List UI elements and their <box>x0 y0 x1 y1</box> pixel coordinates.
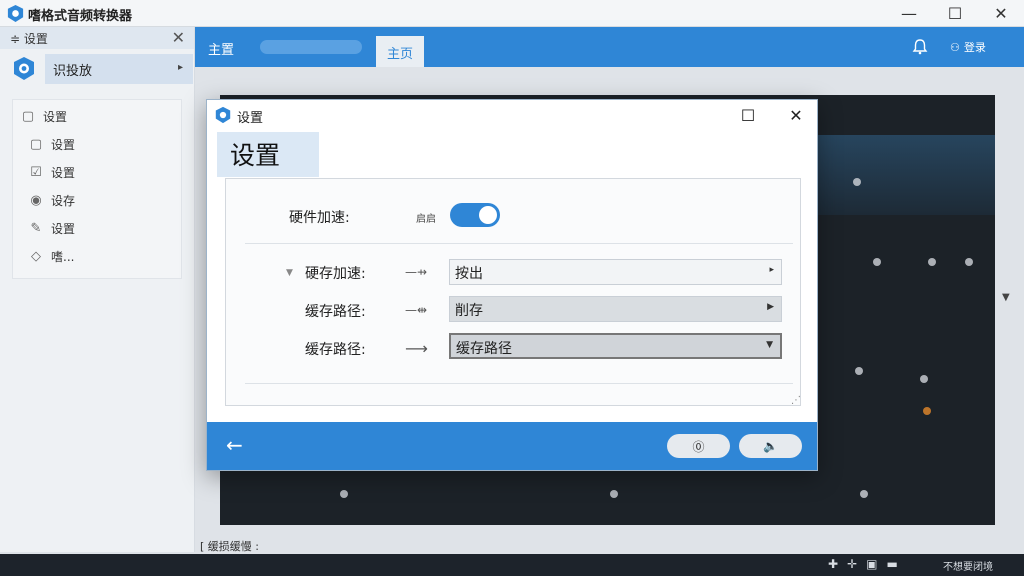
workspace-dot <box>920 375 928 383</box>
collapse-icon[interactable]: ▼ <box>286 268 293 278</box>
back-arrow-icon[interactable]: ← <box>226 433 243 457</box>
close-button[interactable]: ✕ <box>978 0 1024 27</box>
sidebar-close-icon[interactable]: ✕ <box>172 28 185 47</box>
app-logo-icon <box>7 4 24 23</box>
dialog-close-button[interactable]: ✕ <box>773 100 819 130</box>
dialog-footer: ← ⓪ 🔈 <box>207 422 817 470</box>
resize-grip-icon[interactable]: ⋰ <box>791 395 801 406</box>
dialog-maximize-button[interactable]: ☐ <box>725 100 771 130</box>
select-value: 缓存路径 <box>456 341 512 357</box>
workspace-dot <box>610 490 618 498</box>
sidebar-item-settings-2[interactable]: ☑ 设置 <box>29 164 75 181</box>
square-icon: ▢ <box>29 137 43 152</box>
sidebar-item-storage[interactable]: ◉ 设存 <box>29 192 75 209</box>
divider <box>245 243 793 244</box>
settings-dialog: 设置 ☐ ✕ 设置 硬件加速: 启启 ▼ 硬存加速: —⇸ 按出 ▸ 缓存路径:… <box>206 99 818 471</box>
status-bar: ✚ ✛ ▣ ▬ 不想要闭境 <box>0 554 1024 576</box>
chevron-right-icon: ▸ <box>177 62 183 73</box>
tab-home[interactable]: 主置 <box>208 39 234 58</box>
user-icon: ⚇ <box>950 40 960 54</box>
app-title: 嗜格式音频转换器 <box>28 9 133 24</box>
cache-path-label: 缓存路径: <box>305 304 366 320</box>
chevron-right-icon: ▸ <box>769 265 774 275</box>
sidebar: ≑ 设置 ✕ 识投放 ▸ ▢ 设置 ▢ 设置 ☑ 设置 ◉ 设存 ✎ 设置 ◇ … <box>0 27 195 552</box>
profile-selector[interactable]: 识投放 ▸ <box>45 54 193 84</box>
status-icons: ✚ ✛ ▣ ▬ <box>828 557 898 571</box>
hw-accel-toggle-label: 启启 <box>416 214 436 225</box>
square-icon: ▢ <box>21 109 35 124</box>
sidebar-item-settings-1[interactable]: ▢ 设置 <box>29 136 75 153</box>
sidebar-item-label: 设置 <box>51 222 76 236</box>
cache-path-label-2: 缓存路径: <box>305 342 366 358</box>
sidebar-item-settings-3[interactable]: ✎ 设置 <box>29 220 75 237</box>
scroll-down-icon[interactable]: ▼ <box>1002 292 1010 303</box>
dialog-title: 设置 <box>237 111 264 126</box>
chat-icon[interactable]: ▬ <box>886 557 897 571</box>
arrow-icon: —⇹ <box>405 303 428 317</box>
search-pill[interactable] <box>260 40 362 54</box>
app-logo-icon <box>215 106 231 124</box>
sidebar-title: ≑ 设置 <box>10 32 48 46</box>
radio-icon: ◉ <box>30 193 42 208</box>
toggle-knob <box>479 206 497 224</box>
dialog-heading: 设置 <box>217 132 319 177</box>
maximize-button[interactable]: ☐ <box>932 0 978 27</box>
path-label: [ 缓损缓慢 : <box>200 540 259 553</box>
sidebar-item-label: 设存 <box>51 194 76 208</box>
divider <box>245 383 793 384</box>
plus-icon[interactable]: ✚ <box>828 557 838 571</box>
sidebar-item-label: 设置 <box>43 110 68 124</box>
dialog-titlebar: 设置 ☐ ✕ <box>207 100 817 130</box>
edit-icon: ✎ <box>30 221 42 236</box>
workspace-dot <box>965 258 973 266</box>
sidebar-item-more[interactable]: ◇ 嗜... <box>29 248 74 265</box>
login-label: 登录 <box>963 41 986 54</box>
speaker-button[interactable]: 🔈 <box>739 434 802 458</box>
workspace-dot <box>860 490 868 498</box>
workspace-dot <box>873 258 881 266</box>
login-button[interactable]: ⚇ 登录 <box>950 39 986 55</box>
hw-accel-label: 硬件加速: <box>289 210 350 226</box>
chevron-right-icon: ▶ <box>767 302 774 312</box>
workspace-dot <box>340 490 348 498</box>
workspace-dot-highlight <box>923 407 931 415</box>
cache-path-dropdown[interactable]: 缓存路径 ▼ <box>449 333 782 359</box>
sidebar-item-label: 设置 <box>51 166 76 180</box>
diamond-icon: ◇ <box>31 249 41 264</box>
sidebar-item-settings[interactable]: ▢ 设置 <box>21 108 67 125</box>
cache-accel-select[interactable]: 按出 ▸ <box>449 259 782 285</box>
gear-icon <box>14 57 34 80</box>
status-text: 不想要闭境 <box>943 562 993 573</box>
minimize-button[interactable]: — <box>886 0 932 27</box>
sidebar-item-label: 设置 <box>51 138 76 152</box>
hw-accel-toggle[interactable] <box>450 203 500 227</box>
workspace-dot <box>855 367 863 375</box>
arrow-icon: —⇸ <box>405 265 428 279</box>
title-bar: 嗜格式音频转换器 — ☐ ✕ <box>0 0 1024 27</box>
chevron-down-icon: ▼ <box>766 340 773 350</box>
cache-path-select[interactable]: 削存 ▶ <box>449 296 782 322</box>
workspace-dot <box>928 258 936 266</box>
profile-label: 识投放 <box>53 64 93 79</box>
workspace-dot <box>853 178 861 186</box>
bell-icon[interactable] <box>911 38 929 56</box>
arrow-icon: ⟶ <box>405 339 428 358</box>
window-icon[interactable]: ▣ <box>866 557 877 571</box>
sidebar-profile: 识投放 ▸ <box>0 49 194 93</box>
select-value: 削存 <box>455 303 483 319</box>
dialog-heading-text: 设置 <box>230 141 281 170</box>
sidebar-list: ▢ 设置 ▢ 设置 ☑ 设置 ◉ 设存 ✎ 设置 ◇ 嗜... <box>12 99 182 279</box>
select-value: 按出 <box>455 266 483 282</box>
sidebar-item-label: 嗜... <box>51 250 75 264</box>
checkbox-icon: ☑ <box>30 165 42 180</box>
power-button[interactable]: ⓪ <box>667 434 730 458</box>
cache-accel-label: 硬存加速: <box>305 266 366 282</box>
tab-bar: 主置 主页 ⚇ 登录 <box>195 27 1024 67</box>
sidebar-header: ≑ 设置 ✕ <box>0 27 194 49</box>
tab-main[interactable]: 主页 <box>376 36 424 67</box>
plus-icon[interactable]: ✛ <box>847 557 857 571</box>
